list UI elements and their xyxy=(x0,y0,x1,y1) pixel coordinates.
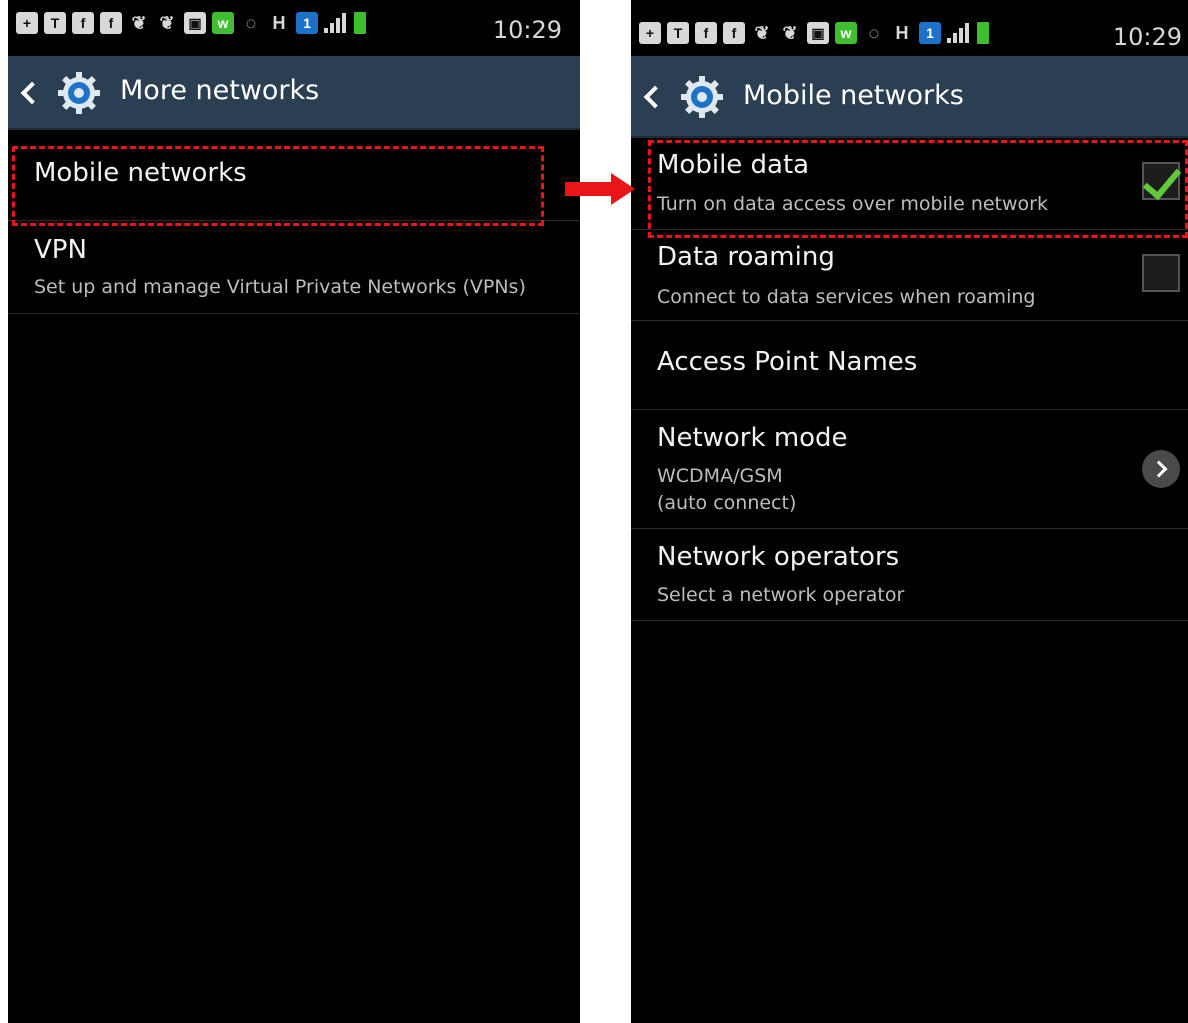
blackberry-icon: ▣ xyxy=(184,12,206,34)
twitter-icon: ❦ xyxy=(159,13,175,33)
plus-icon: + xyxy=(639,22,661,44)
action-bar: More networks xyxy=(8,56,580,130)
h-network-icon: H xyxy=(272,13,286,33)
item-title: Network mode xyxy=(657,423,848,453)
list-item-vpn[interactable]: VPN Set up and manage Virtual Private Ne… xyxy=(8,221,580,314)
settings-gear-icon[interactable] xyxy=(56,70,102,116)
item-title: Access Point Names xyxy=(657,347,918,377)
item-title: VPN xyxy=(34,235,87,265)
battery-icon xyxy=(354,12,366,34)
highlight-box-mobile-networks xyxy=(12,146,544,226)
item-summary: WCDMA/GSM xyxy=(657,465,783,487)
notification-icons: + T f f ❦ ❦ ▣ w ◌ H 1 xyxy=(16,12,366,34)
item-summary: Set up and manage Virtual Private Networ… xyxy=(34,276,526,298)
item-title: Data roaming xyxy=(657,242,835,272)
twitter-icon: ❦ xyxy=(131,13,147,33)
clock: 10:29 xyxy=(492,16,562,44)
status-bar: + T f f ❦ ❦ ▣ w ◌ H 1 10:29 xyxy=(8,0,580,56)
h-network-icon: H xyxy=(895,23,909,43)
w-icon: w xyxy=(212,12,234,34)
eye-icon: ◌ xyxy=(245,13,257,33)
notification-icons: + T f f ❦ ❦ ▣ w ◌ H 1 xyxy=(639,22,989,44)
page-title: Mobile networks xyxy=(743,80,964,111)
action-bar: Mobile networks xyxy=(631,56,1188,138)
eye-icon: ◌ xyxy=(868,23,880,43)
arrow-right-icon xyxy=(565,173,635,205)
signal-icon xyxy=(947,22,971,44)
highlight-box-mobile-data xyxy=(648,140,1188,238)
twitter-icon: ❦ xyxy=(754,23,770,43)
data-roaming-checkbox[interactable] xyxy=(1142,254,1180,292)
page-title: More networks xyxy=(120,75,320,106)
list-item-network-operators[interactable]: Network operators Select a network opera… xyxy=(631,529,1188,621)
twitter-icon: ❦ xyxy=(782,23,798,43)
facebook-icon: f xyxy=(723,22,745,44)
back-icon[interactable] xyxy=(643,85,667,109)
list-item-network-mode[interactable]: Network mode WCDMA/GSM (auto connect) xyxy=(631,410,1188,529)
settings-gear-icon[interactable] xyxy=(679,74,725,120)
facebook-icon: f xyxy=(100,12,122,34)
status-bar: + T f f ❦ ❦ ▣ w ◌ H 1 10:29 xyxy=(631,14,1188,58)
w-icon: w xyxy=(835,22,857,44)
item-summary: Connect to data services when roaming xyxy=(657,286,1036,308)
t-icon: T xyxy=(667,22,689,44)
facebook-icon: f xyxy=(695,22,717,44)
chevron-right-icon[interactable] xyxy=(1142,450,1180,488)
signal-icon xyxy=(324,12,348,34)
sim-1-icon: 1 xyxy=(296,12,318,34)
list-item-access-point-names[interactable]: Access Point Names xyxy=(631,321,1188,410)
item-summary: Select a network operator xyxy=(657,584,905,606)
battery-icon xyxy=(977,22,989,44)
item-summary: (auto connect) xyxy=(657,492,797,514)
back-icon[interactable] xyxy=(20,81,44,105)
t-icon: T xyxy=(44,12,66,34)
sim-1-icon: 1 xyxy=(919,22,941,44)
item-title: Network operators xyxy=(657,542,900,572)
list-item-data-roaming[interactable]: Data roaming Connect to data services wh… xyxy=(631,230,1188,321)
clock: 10:29 xyxy=(1112,23,1182,51)
facebook-icon: f xyxy=(72,12,94,34)
blackberry-icon: ▣ xyxy=(807,22,829,44)
plus-icon: + xyxy=(16,12,38,34)
